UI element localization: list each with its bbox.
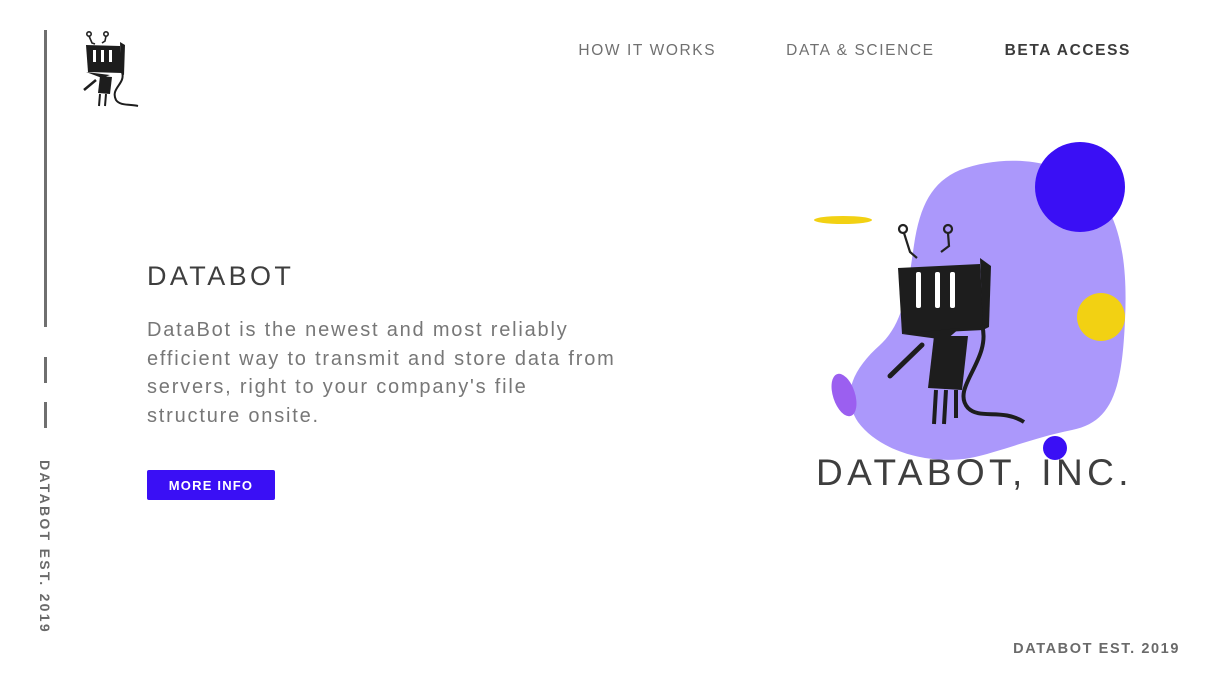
sidebar-vertical-text: DATABOT EST. 2019 — [37, 460, 53, 634]
more-info-button[interactable]: MORE INFO — [147, 470, 275, 500]
company-name: DATABOT, INC. — [816, 452, 1133, 493]
nav-beta-access[interactable]: BETA ACCESS — [1005, 42, 1131, 60]
hero-title: DATABOT — [147, 261, 295, 291]
blue-circle — [1035, 142, 1125, 232]
footer-text: DATABOT EST. 2019 — [1013, 641, 1180, 657]
hero-description: DataBot is the newest and most reliably … — [147, 319, 616, 427]
nav-how-it-works[interactable]: HOW IT WORKS — [578, 42, 716, 60]
robot-illustration — [814, 142, 1126, 460]
main-nav: HOW IT WORKS DATA & SCIENCE BETA ACCESS — [578, 42, 1131, 60]
yellow-circle — [1077, 293, 1125, 341]
sidebar-dash — [44, 357, 47, 383]
nav-data-science[interactable]: DATA & SCIENCE — [786, 42, 934, 60]
sidebar-dash — [44, 402, 47, 428]
sidebar-divider — [44, 30, 47, 327]
yellow-dash — [814, 216, 872, 224]
databot-logo[interactable] — [80, 28, 142, 110]
